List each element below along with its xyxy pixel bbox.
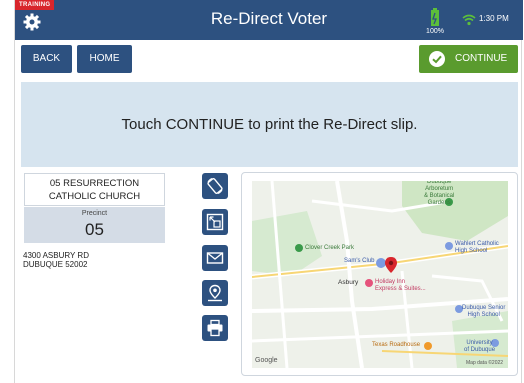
check-icon: [429, 51, 445, 67]
battery-percent: 100%: [426, 28, 444, 35]
precinct-label: Precinct: [81, 210, 108, 217]
map-label-holiday: Holiday Inn Express & Suites...: [375, 279, 426, 292]
map-label-wahlert: Wahlert Catholic High School: [455, 241, 499, 254]
map-panel: Dubuque Arboretum & Botanical Gardens Cl…: [241, 172, 518, 376]
back-button[interactable]: BACK: [21, 45, 72, 73]
home-button[interactable]: HOME: [77, 45, 132, 73]
directions-button[interactable]: [202, 280, 228, 306]
map-label-dubuque-senior: Dubuque Senior High School: [462, 305, 506, 318]
email-button[interactable]: [202, 245, 228, 271]
location-address: 4300 ASBURY RD DUBUQUE 52002: [23, 251, 89, 269]
wifi-icon: [462, 13, 476, 26]
map-pin-icon: [208, 284, 222, 302]
precinct-number: 05: [85, 220, 104, 239]
map-label-asbury: Asbury: [338, 279, 359, 286]
clock: 1:30 PM: [479, 14, 509, 23]
print-button[interactable]: [202, 315, 228, 341]
print-icon: [207, 319, 223, 337]
continue-label: CONTINUE: [455, 53, 508, 64]
expand-button[interactable]: [202, 209, 228, 235]
location-map[interactable]: Dubuque Arboretum & Botanical Gardens Cl…: [252, 181, 508, 368]
rotate-button[interactable]: [202, 173, 228, 199]
map-label-arboretum: Dubuque Arboretum & Botanical Gardens: [424, 181, 455, 206]
app-frame: TRAINING Re-Direct Voter 100% 1:30 PM BA…: [14, 0, 523, 383]
instruction-banner: Touch CONTINUE to print the Re-Direct sl…: [21, 82, 518, 167]
rotate-icon: [207, 177, 223, 195]
map-attribution: Map data ©2022: [466, 360, 504, 366]
map-label-texas: Texas Roadhouse: [372, 342, 421, 348]
map-label-sams: Sam's Club: [344, 258, 375, 264]
continue-button[interactable]: CONTINUE: [419, 45, 518, 73]
google-logo: Google: [255, 357, 278, 364]
map-label-clover: Clover Creek Park: [305, 245, 355, 251]
map-label-university: University of Dubuque: [464, 340, 496, 353]
mail-icon: [206, 252, 224, 264]
precinct-box: Precinct 05: [24, 207, 165, 243]
instruction-text: Touch CONTINUE to print the Re-Direct sl…: [121, 116, 418, 133]
location-name: 05 RESURRECTION CATHOLIC CHURCH: [24, 173, 165, 206]
header-bar: TRAINING Re-Direct Voter 100% 1:30 PM: [15, 0, 523, 40]
expand-icon: [206, 213, 224, 231]
